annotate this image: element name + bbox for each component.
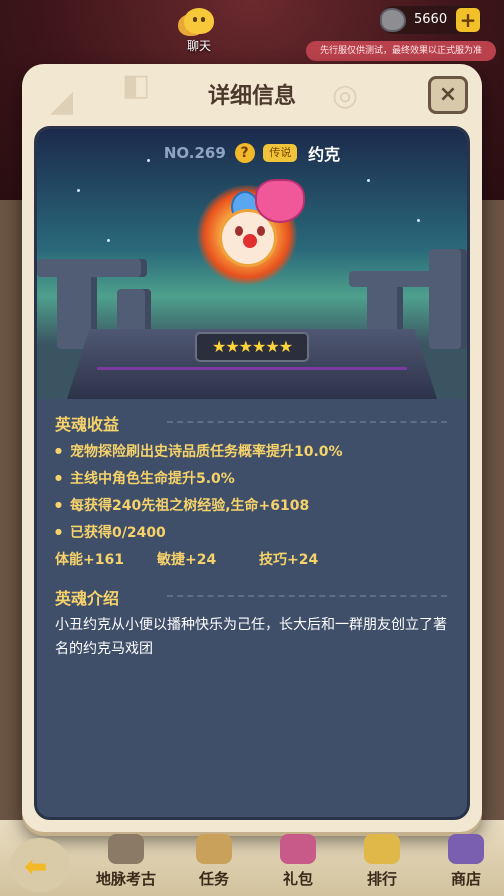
star-rating: ★★★★★★ xyxy=(195,332,309,362)
nav-gift[interactable]: 礼包 xyxy=(260,834,336,896)
benefit-item: 主线中角色生命提升5.0% xyxy=(55,468,235,488)
nav-shop[interactable]: 商店 xyxy=(428,834,504,896)
close-button[interactable]: × xyxy=(428,76,468,114)
heart-balloon-icon xyxy=(255,179,305,223)
add-currency-button[interactable]: + xyxy=(456,8,480,32)
hero-name: 约克 xyxy=(308,145,341,164)
ore-icon xyxy=(380,8,406,32)
altar-glow xyxy=(97,367,407,370)
currency-display: 5660 + xyxy=(380,6,482,34)
detail-modal: ◢ ◧ ◎ 详细信息 × NO.269 ? 传说 约克 ★★★★★★ 英魂收益 … xyxy=(22,64,482,832)
section-divider xyxy=(167,421,447,423)
standing-stone-lintel xyxy=(37,259,147,277)
arrow-left-icon: ⬅ xyxy=(24,850,48,883)
sky-star xyxy=(107,239,110,242)
task-board-icon xyxy=(196,834,232,864)
benefit-item: 宠物探险刷出史诗品质任务概率提升10.0% xyxy=(55,441,343,461)
stat-agility: 敏捷+24 xyxy=(157,552,217,568)
intro-title: 英魂介绍 xyxy=(55,589,120,608)
benefit-item: 每获得240先祖之树经验,生命+6108 xyxy=(55,495,309,515)
sky-star xyxy=(417,219,420,222)
pickaxe-icon xyxy=(108,834,144,864)
currency-value: 5660 xyxy=(414,12,448,27)
shop-icon xyxy=(448,834,484,864)
benefit-item: 已获得0/2400 xyxy=(55,522,166,542)
section-divider xyxy=(167,595,447,597)
nav-tasks[interactable]: 任务 xyxy=(176,834,252,896)
nav-label: 商店 xyxy=(450,870,481,888)
intro-text: 小丑约克从小便以播种快乐为己任，长大后和一群朋友创立了著名的约克马戏团 xyxy=(55,617,447,657)
nav-label: 任务 xyxy=(198,870,229,888)
clown-eye xyxy=(235,226,243,236)
sky-star xyxy=(77,189,80,192)
benefits-title: 英魂收益 xyxy=(55,415,120,434)
hero-number: NO.269 xyxy=(163,144,226,162)
stat-stamina: 体能+161 xyxy=(55,552,124,568)
nav-label: 礼包 xyxy=(282,870,313,888)
nav-label: 排行 xyxy=(366,870,397,888)
clown-eye xyxy=(257,226,265,236)
gift-icon xyxy=(280,834,316,864)
sky-star xyxy=(367,179,370,182)
chat-button[interactable]: 聊天 xyxy=(174,8,224,56)
stars-icon: ★★★★★★ xyxy=(211,337,293,356)
hero-scene: NO.269 ? 传说 约克 ★★★★★★ xyxy=(37,129,467,399)
clown-nose xyxy=(243,234,257,248)
chat-bubble-icon xyxy=(184,8,214,34)
hero-detail-panel: NO.269 ? 传说 约克 ★★★★★★ 英魂收益 宠 xyxy=(34,126,470,820)
standing-stone xyxy=(429,249,467,349)
hero-header: NO.269 ? 传说 约克 xyxy=(37,141,467,167)
nav-ranking[interactable]: 排行 xyxy=(344,834,420,896)
nav-archaeology[interactable]: 地脉考古 xyxy=(88,834,164,896)
clown-portrait xyxy=(197,175,317,287)
stat-skill: 技巧+24 xyxy=(259,552,319,568)
trophy-icon xyxy=(364,834,400,864)
back-button[interactable]: ⬅ xyxy=(10,838,70,892)
chat-label: 聊天 xyxy=(186,39,211,53)
nav-label: 地脉考古 xyxy=(95,870,156,888)
test-server-notice: 先行服仅供测试，最终效果以正式服为准 xyxy=(306,41,496,61)
modal-title: 详细信息 xyxy=(207,84,296,109)
question-icon[interactable]: ? xyxy=(234,143,255,163)
rarity-badge: 传说 xyxy=(263,144,298,162)
